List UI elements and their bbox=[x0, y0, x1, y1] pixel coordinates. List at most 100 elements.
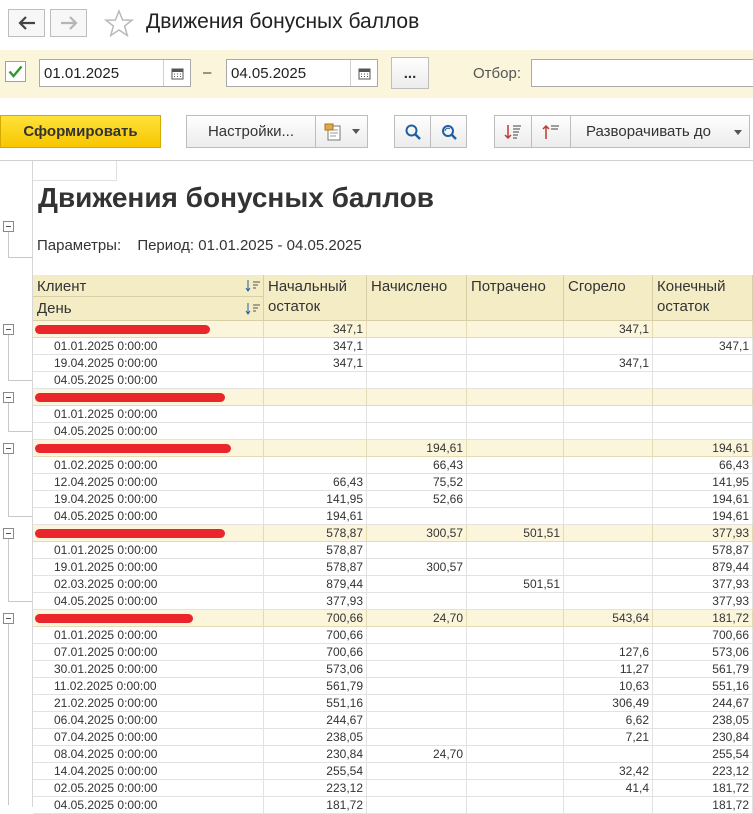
start-cell: 578,87 bbox=[264, 559, 367, 576]
client-group-row[interactable]: 578,87 300,57 501,51 377,93 bbox=[33, 525, 753, 542]
favorite-star-icon[interactable] bbox=[104, 9, 134, 38]
calendar-from-button[interactable] bbox=[163, 60, 190, 86]
client-name-cell bbox=[33, 610, 264, 627]
day-row[interactable]: 14.04.2025 0:00:00 255,54 32,42 223,12 bbox=[33, 763, 753, 780]
day-row[interactable]: 19.04.2025 0:00:00 347,1 347,1 bbox=[33, 355, 753, 372]
collapse-group-button[interactable] bbox=[3, 324, 14, 335]
sort-asc-button[interactable] bbox=[531, 115, 571, 148]
end-cell: 194,61 bbox=[653, 440, 753, 457]
date-cell: 30.01.2025 0:00:00 bbox=[33, 661, 264, 678]
settings-button[interactable]: Настройки... bbox=[186, 115, 316, 148]
report-variant-icon bbox=[324, 123, 340, 140]
generate-button[interactable]: Сформировать bbox=[0, 115, 161, 148]
accrued-cell bbox=[367, 593, 467, 610]
find-next-button[interactable] bbox=[430, 115, 467, 148]
day-row[interactable]: 04.05.2025 0:00:00 181,72 181,72 bbox=[33, 797, 753, 814]
start-cell: 700,66 bbox=[264, 644, 367, 661]
day-row[interactable]: 21.02.2025 0:00:00 551,16 306,49 244,67 bbox=[33, 695, 753, 712]
day-row[interactable]: 06.04.2025 0:00:00 244,67 6,62 238,05 bbox=[33, 712, 753, 729]
client-group-row[interactable]: 700,66 24,70 543,64 181,72 bbox=[33, 610, 753, 627]
client-name-cell bbox=[33, 389, 264, 406]
day-row[interactable]: 07.04.2025 0:00:00 238,05 7,21 230,84 bbox=[33, 729, 753, 746]
chevron-down-icon bbox=[351, 129, 360, 134]
burned-cell: 32,42 bbox=[564, 763, 653, 780]
period-checkbox[interactable] bbox=[5, 61, 26, 82]
day-row[interactable]: 12.04.2025 0:00:00 66,43 75,52 141,95 bbox=[33, 474, 753, 491]
period-choice-button[interactable]: ... bbox=[391, 57, 429, 89]
collapse-group-button[interactable] bbox=[3, 443, 14, 454]
day-row[interactable]: 04.05.2025 0:00:00 194,61 194,61 bbox=[33, 508, 753, 525]
date-to-field[interactable]: 04.05.2025 bbox=[226, 59, 378, 87]
end-cell: 377,93 bbox=[653, 576, 753, 593]
expand-to-button[interactable]: Разворачивать до bbox=[570, 115, 750, 148]
day-row[interactable]: 30.01.2025 0:00:00 573,06 11,27 561,79 bbox=[33, 661, 753, 678]
end-cell: 181,72 bbox=[653, 797, 753, 814]
variants-button[interactable] bbox=[315, 115, 368, 148]
accrued-cell: 24,70 bbox=[367, 746, 467, 763]
day-row[interactable]: 01.01.2025 0:00:00 bbox=[33, 406, 753, 423]
date-cell: 04.05.2025 0:00:00 bbox=[33, 593, 264, 610]
spent-cell bbox=[467, 678, 564, 695]
find-button[interactable] bbox=[394, 115, 431, 148]
collapse-group-button[interactable] bbox=[3, 392, 14, 403]
spent-cell bbox=[467, 627, 564, 644]
day-row[interactable]: 04.05.2025 0:00:00 377,93 377,93 bbox=[33, 593, 753, 610]
burned-cell: 347,1 bbox=[564, 321, 653, 338]
day-row[interactable]: 19.04.2025 0:00:00 141,95 52,66 194,61 bbox=[33, 491, 753, 508]
filter-input[interactable] bbox=[531, 59, 753, 87]
search-icon bbox=[405, 124, 421, 140]
client-group-row[interactable]: 194,61 194,61 bbox=[33, 440, 753, 457]
client-group-row[interactable] bbox=[33, 389, 753, 406]
tree-line bbox=[8, 431, 32, 432]
day-row[interactable]: 11.02.2025 0:00:00 561,79 10,63 551,16 bbox=[33, 678, 753, 695]
col-header-end-line2: остаток bbox=[657, 298, 710, 315]
accrued-cell: 300,57 bbox=[367, 525, 467, 542]
forward-button[interactable] bbox=[50, 9, 87, 37]
day-row[interactable]: 02.03.2025 0:00:00 879,44 501,51 377,93 bbox=[33, 576, 753, 593]
collapse-group-button[interactable] bbox=[3, 613, 14, 624]
day-row[interactable]: 07.01.2025 0:00:00 700,66 127,6 573,06 bbox=[33, 644, 753, 661]
tree-line bbox=[8, 516, 32, 517]
day-row[interactable]: 01.01.2025 0:00:00 578,87 578,87 bbox=[33, 542, 753, 559]
day-row[interactable]: 01.02.2025 0:00:00 66,43 66,43 bbox=[33, 457, 753, 474]
start-cell: 181,72 bbox=[264, 797, 367, 814]
day-row[interactable]: 19.01.2025 0:00:00 578,87 300,57 879,44 bbox=[33, 559, 753, 576]
burned-cell: 11,27 bbox=[564, 661, 653, 678]
col-header-burned[interactable]: Сгорело bbox=[564, 275, 653, 321]
start-cell: 230,84 bbox=[264, 746, 367, 763]
col-header-end-balance[interactable]: Конечный остаток bbox=[653, 275, 753, 321]
sort-desc-button[interactable] bbox=[494, 115, 532, 148]
tree-line bbox=[8, 380, 32, 381]
accrued-cell bbox=[367, 355, 467, 372]
accrued-cell: 24,70 bbox=[367, 610, 467, 627]
day-row[interactable]: 08.04.2025 0:00:00 230,84 24,70 255,54 bbox=[33, 746, 753, 763]
client-group-row[interactable]: 347,1 347,1 bbox=[33, 321, 753, 338]
date-cell: 04.05.2025 0:00:00 bbox=[33, 508, 264, 525]
accrued-cell bbox=[367, 576, 467, 593]
col-header-start-balance[interactable]: Начальный остаток bbox=[264, 275, 367, 321]
col-header-spent[interactable]: Потрачено bbox=[467, 275, 564, 321]
day-row[interactable]: 02.05.2025 0:00:00 223,12 41,4 181,72 bbox=[33, 780, 753, 797]
tree-line bbox=[8, 601, 32, 602]
burned-cell: 127,6 bbox=[564, 644, 653, 661]
end-cell: 181,72 bbox=[653, 780, 753, 797]
col-header-day[interactable]: День bbox=[33, 297, 264, 321]
collapse-group-button[interactable] bbox=[3, 528, 14, 539]
day-row[interactable]: 04.05.2025 0:00:00 bbox=[33, 423, 753, 440]
back-button[interactable] bbox=[8, 9, 45, 37]
date-from-field[interactable]: 01.01.2025 bbox=[39, 59, 191, 87]
date-cell: 01.01.2025 0:00:00 bbox=[33, 406, 264, 423]
collapse-header-button[interactable] bbox=[3, 221, 14, 232]
col-header-accrued[interactable]: Начислено bbox=[367, 275, 467, 321]
period-separator: – bbox=[203, 64, 212, 81]
col-header-client[interactable]: Клиент bbox=[33, 275, 264, 297]
spent-cell bbox=[467, 542, 564, 559]
day-row[interactable]: 04.05.2025 0:00:00 bbox=[33, 372, 753, 389]
calendar-to-button[interactable] bbox=[350, 60, 377, 86]
day-row[interactable]: 01.01.2025 0:00:00 700,66 700,66 bbox=[33, 627, 753, 644]
date-cell: 11.02.2025 0:00:00 bbox=[33, 678, 264, 695]
params-label: Параметры: bbox=[37, 237, 122, 254]
burned-cell: 41,4 bbox=[564, 780, 653, 797]
accrued-cell bbox=[367, 797, 467, 814]
day-row[interactable]: 01.01.2025 0:00:00 347,1 347,1 bbox=[33, 338, 753, 355]
